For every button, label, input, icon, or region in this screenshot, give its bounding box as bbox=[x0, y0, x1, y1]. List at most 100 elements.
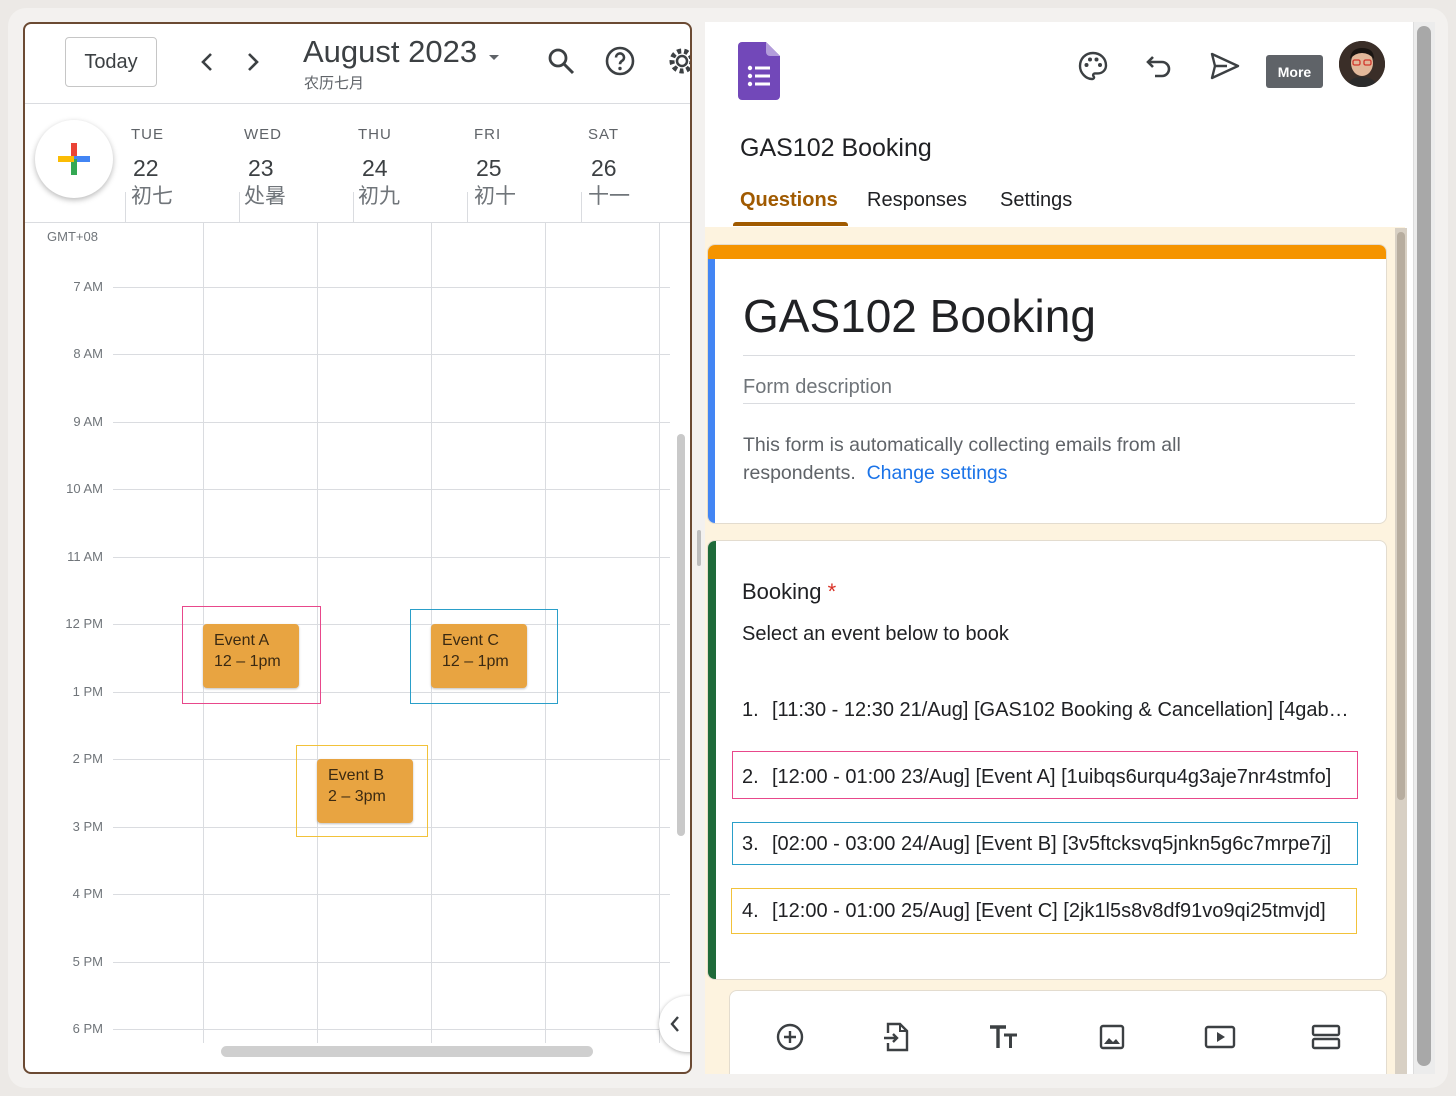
hour-label: 5 PM bbox=[72, 954, 103, 969]
send-button[interactable] bbox=[1205, 46, 1245, 86]
text-title-icon bbox=[990, 1025, 1017, 1048]
add-circle-icon bbox=[776, 1023, 804, 1051]
import-icon bbox=[884, 1022, 909, 1052]
day-number[interactable]: 22 bbox=[133, 155, 231, 182]
hour-line bbox=[113, 354, 670, 355]
option-text: [12:00 - 01:00 25/Aug] [Event C] [2jk1l5… bbox=[772, 900, 1326, 922]
day-header-wed[interactable]: WED 23 处暑 bbox=[244, 126, 344, 210]
next-week-button[interactable] bbox=[239, 46, 267, 78]
question-indicator-bar bbox=[708, 541, 716, 979]
email-collection-notice: This form is automatically collecting em… bbox=[743, 431, 1263, 487]
event-a[interactable]: Event A 12 – 1pm bbox=[203, 624, 299, 688]
hour-label: 12 PM bbox=[65, 616, 103, 631]
settings-button[interactable] bbox=[665, 44, 690, 78]
tab-questions[interactable]: Questions bbox=[740, 189, 838, 212]
calendar-panel: Today August 2023 农历七月 TUE 22 初七 WED 23 … bbox=[23, 22, 692, 1074]
undo-button[interactable] bbox=[1139, 46, 1179, 86]
divider bbox=[743, 403, 1355, 404]
question-description[interactable]: Select an event below to book bbox=[742, 623, 1009, 646]
day-of-week: THU bbox=[358, 126, 392, 143]
month-title[interactable]: August 2023 bbox=[303, 34, 477, 70]
document-title[interactable]: GAS102 Booking bbox=[740, 134, 932, 163]
theme-color-bar bbox=[708, 245, 1386, 259]
chevron-right-icon bbox=[248, 53, 259, 71]
question-title[interactable]: Booking * bbox=[742, 579, 836, 605]
hour-label: 11 AM bbox=[67, 549, 103, 564]
hour-line bbox=[113, 489, 670, 490]
form-description-field[interactable]: Form description bbox=[743, 376, 892, 399]
event-c[interactable]: Event C 12 – 1pm bbox=[431, 624, 527, 688]
dropdown-arrow-icon[interactable] bbox=[487, 52, 501, 62]
divider bbox=[467, 192, 468, 222]
image-icon bbox=[1099, 1024, 1125, 1050]
add-question-button[interactable] bbox=[772, 1019, 808, 1055]
tab-settings[interactable]: Settings bbox=[1000, 189, 1072, 212]
more-tooltip: More bbox=[1266, 55, 1323, 88]
option-item[interactable]: 4. [12:00 - 01:00 25/Aug] [Event C] [2jk1… bbox=[742, 900, 1326, 923]
import-questions-button[interactable] bbox=[878, 1019, 914, 1055]
google-forms-icon bbox=[738, 42, 780, 100]
divider bbox=[743, 355, 1355, 356]
option-item[interactable]: 2. [12:00 - 01:00 23/Aug] [Event A] [1uib… bbox=[742, 766, 1331, 789]
video-icon bbox=[1204, 1025, 1236, 1049]
search-button[interactable] bbox=[544, 44, 578, 78]
option-item[interactable]: 1. [11:30 - 12:30 21/Aug] [GAS102 Booking… bbox=[742, 699, 1349, 722]
event-b[interactable]: Event B 2 – 3pm bbox=[317, 759, 413, 823]
day-of-week: FRI bbox=[474, 126, 502, 143]
page-scrollbar-thumb[interactable] bbox=[1417, 26, 1431, 1066]
event-title: Event C bbox=[442, 632, 499, 649]
horizontal-scrollbar[interactable] bbox=[221, 1046, 593, 1057]
event-title: Event A bbox=[214, 632, 270, 649]
chevron-left-icon bbox=[201, 53, 212, 71]
day-of-week: WED bbox=[244, 126, 282, 143]
change-settings-link[interactable]: Change settings bbox=[867, 462, 1008, 484]
day-number[interactable]: 23 bbox=[248, 155, 344, 182]
active-tab-indicator bbox=[733, 222, 848, 226]
tab-responses[interactable]: Responses bbox=[867, 189, 967, 212]
add-title-button[interactable] bbox=[986, 1019, 1022, 1055]
today-button[interactable]: Today bbox=[65, 37, 157, 87]
form-title-card[interactable]: GAS102 Booking Form description This for… bbox=[707, 244, 1387, 524]
prev-week-button[interactable] bbox=[193, 46, 221, 78]
create-button[interactable] bbox=[35, 120, 113, 198]
forms-logo[interactable] bbox=[738, 42, 780, 105]
gear-icon bbox=[669, 48, 690, 74]
help-button[interactable] bbox=[603, 44, 637, 78]
split-divider-handle[interactable] bbox=[697, 530, 701, 566]
time-grid[interactable]: GMT+08 7 AM 8 AM 9 AM 10 AM 11 AM 12 PM … bbox=[25, 222, 690, 1072]
hour-line bbox=[113, 422, 670, 423]
timezone-label: GMT+08 bbox=[47, 229, 98, 244]
day-header-fri[interactable]: FRI 25 初十 bbox=[474, 126, 574, 210]
day-header-sat[interactable]: SAT 26 十一 bbox=[588, 126, 688, 210]
customize-theme-button[interactable] bbox=[1073, 46, 1113, 86]
forms-panel: More GAS102 Booking Questions Responses … bbox=[705, 22, 1435, 1074]
palette-icon bbox=[1078, 51, 1108, 81]
lunar-month: 农历七月 bbox=[304, 75, 365, 92]
user-avatar-icon bbox=[1339, 41, 1385, 87]
add-video-button[interactable] bbox=[1202, 1019, 1238, 1055]
plus-icon bbox=[58, 143, 90, 175]
lunar-day: 处暑 bbox=[244, 185, 286, 208]
form-title[interactable]: GAS102 Booking bbox=[743, 289, 1096, 343]
vertical-scrollbar[interactable] bbox=[677, 434, 685, 836]
add-image-button[interactable] bbox=[1094, 1019, 1130, 1055]
day-of-week: TUE bbox=[131, 126, 164, 143]
option-item[interactable]: 3. [02:00 - 03:00 24/Aug] [Event B] [3v5f… bbox=[742, 833, 1331, 856]
hour-line bbox=[113, 287, 670, 288]
hour-line bbox=[113, 894, 670, 895]
option-text: [02:00 - 03:00 24/Aug] [Event B] [3v5ftc… bbox=[772, 833, 1332, 855]
event-time: 12 – 1pm bbox=[442, 653, 509, 670]
add-section-button[interactable] bbox=[1308, 1019, 1344, 1055]
question-card[interactable]: Booking * Select an event below to book … bbox=[707, 540, 1387, 980]
day-header-thu[interactable]: THU 24 初九 bbox=[358, 126, 458, 210]
day-number[interactable]: 25 bbox=[476, 155, 574, 182]
day-number[interactable]: 24 bbox=[362, 155, 458, 182]
day-header-tue[interactable]: TUE 22 初七 bbox=[131, 126, 231, 210]
divider bbox=[125, 192, 126, 222]
send-icon bbox=[1210, 52, 1240, 80]
avatar[interactable] bbox=[1339, 41, 1385, 87]
form-editor-canvas: GAS102 Booking Form description This for… bbox=[705, 227, 1405, 1074]
form-scrollbar-thumb[interactable] bbox=[1397, 232, 1405, 800]
lunar-day: 初七 bbox=[131, 185, 173, 208]
day-number[interactable]: 26 bbox=[591, 155, 688, 182]
